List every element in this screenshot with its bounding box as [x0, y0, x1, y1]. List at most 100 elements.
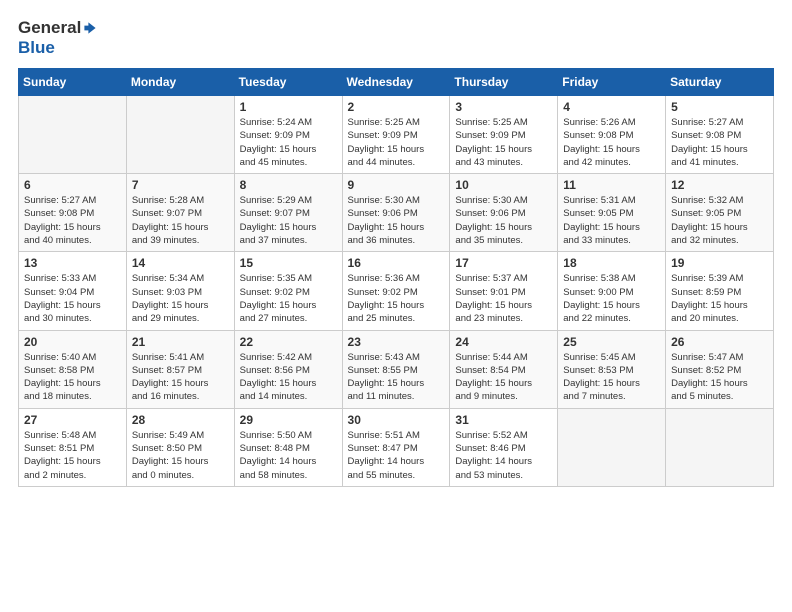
calendar-cell: 7Sunrise: 5:28 AM Sunset: 9:07 PM Daylig… — [126, 174, 234, 252]
calendar-week-row: 13 Sunrise: 5:33 AM Sunset: 9:04 PM Dayli… — [19, 252, 774, 330]
day-number: 8 — [240, 178, 337, 192]
calendar-cell: 27 Sunrise: 5:48 AM Sunset: 8:51 PM Dayli… — [19, 408, 127, 486]
day-number: 29 — [240, 413, 337, 427]
calendar-cell: 15Sunrise: 5:35 AM Sunset: 9:02 PM Dayli… — [234, 252, 342, 330]
day-info: Sunrise: 5:29 AM Sunset: 9:07 PM Dayligh… — [240, 194, 337, 247]
day-info: Sunrise: 5:49 AM Sunset: 8:50 PM Dayligh… — [132, 429, 229, 482]
calendar-week-row: 27 Sunrise: 5:48 AM Sunset: 8:51 PM Dayli… — [19, 408, 774, 486]
day-number: 7 — [132, 178, 229, 192]
day-info: Sunrise: 5:50 AM Sunset: 8:48 PM Dayligh… — [240, 429, 337, 482]
calendar-cell: 2 Sunrise: 5:25 AM Sunset: 9:09 PM Daylig… — [342, 96, 450, 174]
day-number: 16 — [348, 256, 445, 270]
day-number: 28 — [132, 413, 229, 427]
day-info: Sunrise: 5:24 AM Sunset: 9:09 PM Dayligh… — [240, 116, 337, 169]
page: General Blue SundayMondayTuesdayWednesda… — [0, 0, 792, 612]
day-number: 11 — [563, 178, 660, 192]
calendar-cell — [126, 96, 234, 174]
calendar-cell: 22Sunrise: 5:42 AM Sunset: 8:56 PM Dayli… — [234, 330, 342, 408]
calendar-cell: 12 Sunrise: 5:32 AM Sunset: 9:05 PM Dayli… — [666, 174, 774, 252]
calendar-cell: 28 Sunrise: 5:49 AM Sunset: 8:50 PM Dayli… — [126, 408, 234, 486]
calendar-cell: 16 Sunrise: 5:36 AM Sunset: 9:02 PM Dayli… — [342, 252, 450, 330]
day-number: 13 — [24, 256, 121, 270]
day-info: Sunrise: 5:32 AM Sunset: 9:05 PM Dayligh… — [671, 194, 768, 247]
calendar-cell: 30 Sunrise: 5:51 AM Sunset: 8:47 PM Dayli… — [342, 408, 450, 486]
calendar-cell: 13 Sunrise: 5:33 AM Sunset: 9:04 PM Dayli… — [19, 252, 127, 330]
calendar-cell: 5 Sunrise: 5:27 AM Sunset: 9:08 PM Daylig… — [666, 96, 774, 174]
header: General Blue — [18, 18, 774, 58]
calendar-header-tuesday: Tuesday — [234, 69, 342, 96]
calendar-cell: 23 Sunrise: 5:43 AM Sunset: 8:55 PM Dayli… — [342, 330, 450, 408]
calendar-cell — [19, 96, 127, 174]
calendar-header-wednesday: Wednesday — [342, 69, 450, 96]
day-info: Sunrise: 5:34 AM Sunset: 9:03 PM Dayligh… — [132, 272, 229, 325]
calendar-cell: 25 Sunrise: 5:45 AM Sunset: 8:53 PM Dayli… — [558, 330, 666, 408]
calendar-cell: 24Sunrise: 5:44 AM Sunset: 8:54 PM Dayli… — [450, 330, 558, 408]
day-info: Sunrise: 5:30 AM Sunset: 9:06 PM Dayligh… — [455, 194, 552, 247]
calendar-cell: 26 Sunrise: 5:47 AM Sunset: 8:52 PM Dayli… — [666, 330, 774, 408]
day-info: Sunrise: 5:33 AM Sunset: 9:04 PM Dayligh… — [24, 272, 121, 325]
day-number: 21 — [132, 335, 229, 349]
day-info: Sunrise: 5:40 AM Sunset: 8:58 PM Dayligh… — [24, 351, 121, 404]
calendar-cell: 20Sunrise: 5:40 AM Sunset: 8:58 PM Dayli… — [19, 330, 127, 408]
day-info: Sunrise: 5:25 AM Sunset: 9:09 PM Dayligh… — [455, 116, 552, 169]
day-info: Sunrise: 5:45 AM Sunset: 8:53 PM Dayligh… — [563, 351, 660, 404]
calendar-cell: 29 Sunrise: 5:50 AM Sunset: 8:48 PM Dayli… — [234, 408, 342, 486]
calendar-cell: 31 Sunrise: 5:52 AM Sunset: 8:46 PM Dayli… — [450, 408, 558, 486]
day-number: 27 — [24, 413, 121, 427]
calendar-cell: 4 Sunrise: 5:26 AM Sunset: 9:08 PM Daylig… — [558, 96, 666, 174]
day-number: 26 — [671, 335, 768, 349]
day-number: 17 — [455, 256, 552, 270]
day-number: 4 — [563, 100, 660, 114]
calendar-week-row: 20Sunrise: 5:40 AM Sunset: 8:58 PM Dayli… — [19, 330, 774, 408]
day-info: Sunrise: 5:27 AM Sunset: 9:08 PM Dayligh… — [671, 116, 768, 169]
calendar-cell: 17 Sunrise: 5:37 AM Sunset: 9:01 PM Dayli… — [450, 252, 558, 330]
calendar-week-row: 1Sunrise: 5:24 AM Sunset: 9:09 PM Daylig… — [19, 96, 774, 174]
day-info: Sunrise: 5:30 AM Sunset: 9:06 PM Dayligh… — [348, 194, 445, 247]
day-number: 18 — [563, 256, 660, 270]
day-info: Sunrise: 5:39 AM Sunset: 8:59 PM Dayligh… — [671, 272, 768, 325]
calendar-table: SundayMondayTuesdayWednesdayThursdayFrid… — [18, 68, 774, 487]
day-info: Sunrise: 5:43 AM Sunset: 8:55 PM Dayligh… — [348, 351, 445, 404]
day-number: 5 — [671, 100, 768, 114]
day-info: Sunrise: 5:47 AM Sunset: 8:52 PM Dayligh… — [671, 351, 768, 404]
day-number: 3 — [455, 100, 552, 114]
calendar-cell: 18Sunrise: 5:38 AM Sunset: 9:00 PM Dayli… — [558, 252, 666, 330]
calendar-header-monday: Monday — [126, 69, 234, 96]
day-number: 9 — [348, 178, 445, 192]
calendar-header-saturday: Saturday — [666, 69, 774, 96]
calendar-header-thursday: Thursday — [450, 69, 558, 96]
day-number: 14 — [132, 256, 229, 270]
calendar-cell: 9 Sunrise: 5:30 AM Sunset: 9:06 PM Daylig… — [342, 174, 450, 252]
day-info: Sunrise: 5:36 AM Sunset: 9:02 PM Dayligh… — [348, 272, 445, 325]
calendar-cell: 10 Sunrise: 5:30 AM Sunset: 9:06 PM Dayli… — [450, 174, 558, 252]
day-info: Sunrise: 5:52 AM Sunset: 8:46 PM Dayligh… — [455, 429, 552, 482]
day-number: 15 — [240, 256, 337, 270]
day-info: Sunrise: 5:42 AM Sunset: 8:56 PM Dayligh… — [240, 351, 337, 404]
calendar-cell — [666, 408, 774, 486]
calendar-cell: 21Sunrise: 5:41 AM Sunset: 8:57 PM Dayli… — [126, 330, 234, 408]
calendar-week-row: 6 Sunrise: 5:27 AM Sunset: 9:08 PM Daylig… — [19, 174, 774, 252]
day-number: 23 — [348, 335, 445, 349]
day-number: 31 — [455, 413, 552, 427]
day-info: Sunrise: 5:27 AM Sunset: 9:08 PM Dayligh… — [24, 194, 121, 247]
day-info: Sunrise: 5:31 AM Sunset: 9:05 PM Dayligh… — [563, 194, 660, 247]
day-number: 6 — [24, 178, 121, 192]
day-info: Sunrise: 5:51 AM Sunset: 8:47 PM Dayligh… — [348, 429, 445, 482]
calendar-header-sunday: Sunday — [19, 69, 127, 96]
day-info: Sunrise: 5:37 AM Sunset: 9:01 PM Dayligh… — [455, 272, 552, 325]
calendar-cell: 6 Sunrise: 5:27 AM Sunset: 9:08 PM Daylig… — [19, 174, 127, 252]
day-number: 12 — [671, 178, 768, 192]
day-number: 30 — [348, 413, 445, 427]
day-number: 2 — [348, 100, 445, 114]
calendar-cell: 11 Sunrise: 5:31 AM Sunset: 9:05 PM Dayli… — [558, 174, 666, 252]
day-number: 10 — [455, 178, 552, 192]
calendar-cell: 14 Sunrise: 5:34 AM Sunset: 9:03 PM Dayli… — [126, 252, 234, 330]
day-info: Sunrise: 5:26 AM Sunset: 9:08 PM Dayligh… — [563, 116, 660, 169]
calendar-cell: 1Sunrise: 5:24 AM Sunset: 9:09 PM Daylig… — [234, 96, 342, 174]
calendar-cell: 3 Sunrise: 5:25 AM Sunset: 9:09 PM Daylig… — [450, 96, 558, 174]
calendar-cell — [558, 408, 666, 486]
day-info: Sunrise: 5:25 AM Sunset: 9:09 PM Dayligh… — [348, 116, 445, 169]
day-info: Sunrise: 5:48 AM Sunset: 8:51 PM Dayligh… — [24, 429, 121, 482]
calendar-header-row: SundayMondayTuesdayWednesdayThursdayFrid… — [19, 69, 774, 96]
day-number: 25 — [563, 335, 660, 349]
